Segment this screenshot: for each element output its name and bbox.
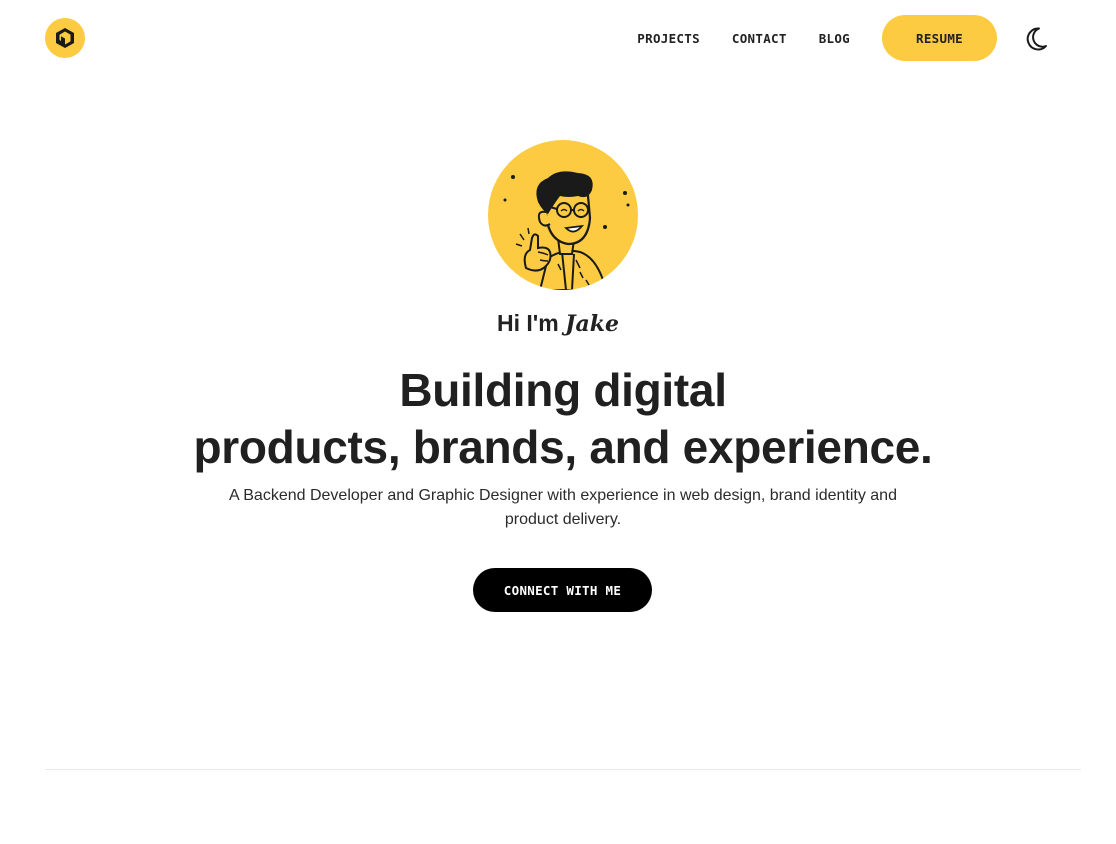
hexagon-logo-icon <box>56 28 74 48</box>
main-nav: PROJECTS CONTACT BLOG RESUME <box>637 15 997 61</box>
headline-line-2: products, brands, and experience. <box>193 421 933 473</box>
cartoon-avatar-icon <box>503 171 630 290</box>
nav-projects[interactable]: PROJECTS <box>637 31 700 46</box>
theme-toggle[interactable] <box>1024 26 1048 51</box>
headline-line-1: Building digital <box>399 364 727 416</box>
page-title: Building digital products, brands, and e… <box>0 362 1116 476</box>
moon-icon <box>1026 27 1047 51</box>
resume-button[interactable]: RESUME <box>882 15 997 61</box>
connect-button[interactable]: CONNECT WITH ME <box>473 568 652 612</box>
greeting-name: Jake <box>565 311 619 337</box>
section-divider <box>45 769 1081 770</box>
avatar <box>488 140 638 290</box>
nav-contact[interactable]: CONTACT <box>732 31 787 46</box>
greeting: Hi I'm Jake <box>0 310 1116 337</box>
greeting-prefix: Hi I'm <box>497 310 566 336</box>
logo-icon[interactable] <box>45 18 85 58</box>
hero-subtitle: A Backend Developer and Graphic Designer… <box>229 487 897 528</box>
nav-blog[interactable]: BLOG <box>819 31 850 46</box>
